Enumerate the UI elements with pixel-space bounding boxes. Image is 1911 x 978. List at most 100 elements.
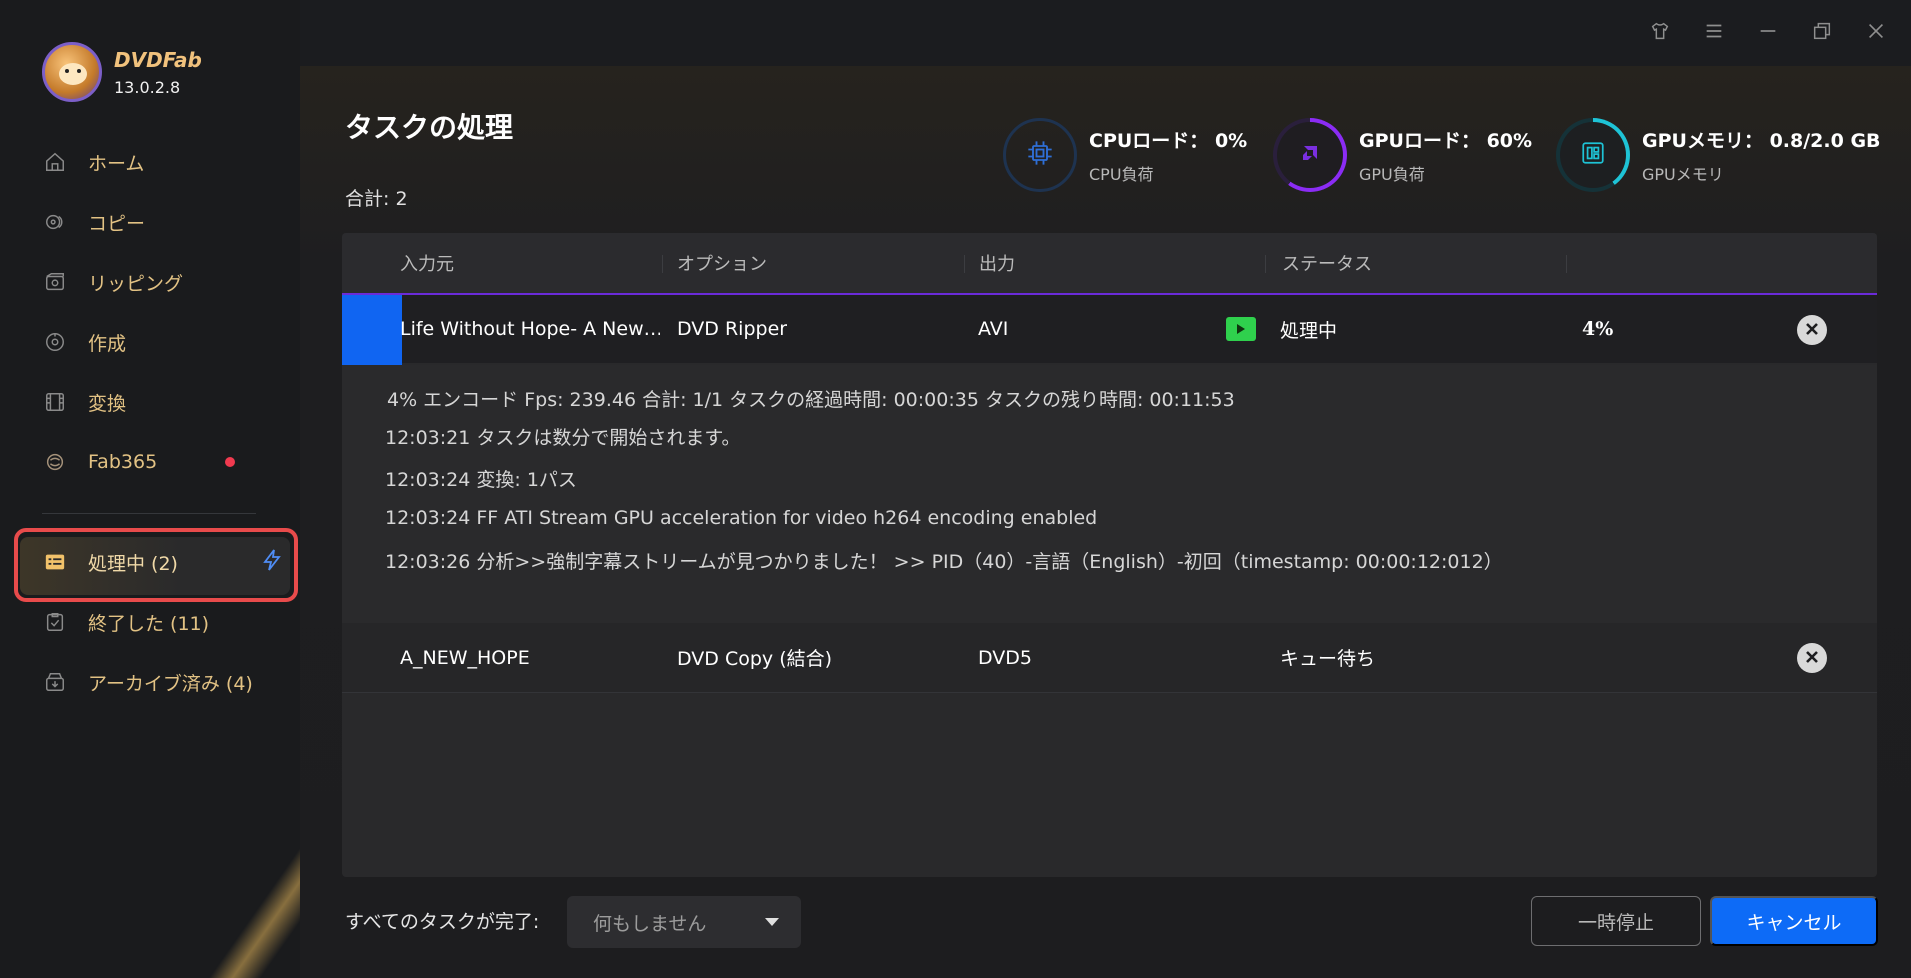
ripping-icon bbox=[44, 271, 66, 293]
minimize-icon bbox=[1757, 20, 1779, 46]
table-row[interactable]: Life Without Hope- A New… DVD Ripper AVI… bbox=[342, 293, 1877, 365]
gpu-memory-sub: GPUメモリ bbox=[1642, 164, 1724, 184]
column-output: 出力 bbox=[979, 254, 1015, 275]
gpu-memory-stat: GPUメモリ： 0.8/2.0 GB GPUメモリ bbox=[1556, 118, 1881, 192]
sidebar-item-label: リッピング bbox=[88, 272, 184, 295]
sidebar: DVDFab 13.0.2.8 ホーム コピー リッピング 作成 変換 Fab3… bbox=[0, 0, 300, 978]
task-nav: 処理中 (2) 終了した (11) アーカイブ済み (4) bbox=[0, 532, 300, 712]
brand: DVDFab 13.0.2.8 bbox=[42, 42, 202, 102]
cpu-value: 0% bbox=[1214, 129, 1248, 152]
menu-button[interactable] bbox=[1687, 14, 1741, 52]
skin-button[interactable] bbox=[1633, 14, 1687, 52]
progress-summary: 4% エンコード Fps: 239.46 合計: 1/1 タスクの経過時間: 0… bbox=[387, 389, 1235, 411]
sidebar-item-label: Fab365 bbox=[88, 451, 158, 473]
gpu-sub: GPU負荷 bbox=[1359, 164, 1425, 184]
after-all-tasks-select[interactable]: 何もしません bbox=[567, 896, 801, 948]
sidebar-divider bbox=[42, 513, 256, 514]
title-bar bbox=[300, 0, 1911, 66]
sidebar-item-fab365[interactable]: Fab365 bbox=[0, 432, 300, 492]
column-divider bbox=[662, 255, 663, 273]
memory-chip-icon bbox=[1580, 140, 1606, 170]
playing-icon bbox=[1226, 317, 1256, 341]
log-line: 12:03:24 変換: 1パス bbox=[385, 469, 577, 491]
row-option: DVD Ripper bbox=[677, 318, 788, 340]
chevron-down-icon bbox=[765, 918, 779, 926]
notification-dot bbox=[225, 457, 235, 467]
cancel-button[interactable]: キャンセル bbox=[1710, 896, 1878, 946]
gpu-value: 60% bbox=[1486, 129, 1533, 152]
finished-icon bbox=[44, 611, 66, 633]
select-value: 何もしません bbox=[593, 912, 707, 935]
window-controls bbox=[1633, 14, 1903, 52]
column-option: オプション bbox=[677, 254, 767, 275]
sidebar-item-copy[interactable]: コピー bbox=[0, 192, 300, 252]
app-name: DVDFab bbox=[114, 47, 202, 72]
shirt-icon bbox=[1649, 20, 1671, 46]
column-status: ステータス bbox=[1282, 254, 1372, 275]
row-progress: 4% bbox=[1582, 318, 1614, 340]
sidebar-item-label: 変換 bbox=[88, 392, 127, 415]
cpu-label: CPUロード： bbox=[1089, 129, 1209, 152]
log-line: 12:03:21 タスクは数分で開始されます。 bbox=[385, 427, 741, 449]
row-source: A_NEW_HOPE bbox=[400, 646, 530, 669]
sidebar-item-ripping[interactable]: リッピング bbox=[0, 252, 300, 312]
convert-icon bbox=[44, 391, 66, 413]
table-row[interactable]: A_NEW_HOPE DVD Copy (結合) DVD5 キュー待ち bbox=[342, 623, 1877, 693]
sidebar-item-archived[interactable]: アーカイブ済み (4) bbox=[0, 652, 300, 712]
remove-task-button[interactable] bbox=[1797, 315, 1827, 345]
column-divider bbox=[1265, 255, 1266, 273]
main-nav: ホーム コピー リッピング 作成 変換 Fab365 bbox=[0, 132, 300, 492]
table-header: 入力元 オプション 出力 ステータス bbox=[342, 233, 1877, 293]
menu-icon bbox=[1703, 20, 1725, 46]
app-version: 13.0.2.8 bbox=[114, 77, 181, 97]
gpu-memory-label: GPUメモリ： bbox=[1642, 129, 1763, 152]
task-total: 合計: 2 bbox=[345, 188, 408, 210]
sidebar-item-label: 終了した (11) bbox=[88, 612, 210, 635]
close-icon bbox=[1865, 20, 1887, 46]
row-status: 処理中 bbox=[1280, 319, 1338, 342]
archive-icon bbox=[44, 671, 66, 693]
sidebar-item-label: 処理中 (2) bbox=[88, 552, 178, 575]
close-icon bbox=[1805, 649, 1819, 668]
close-icon bbox=[1805, 321, 1819, 340]
column-divider bbox=[964, 255, 965, 273]
sidebar-item-convert[interactable]: 変換 bbox=[0, 372, 300, 432]
close-window-button[interactable] bbox=[1849, 14, 1903, 52]
sidebar-item-finished[interactable]: 終了した (11) bbox=[0, 592, 300, 652]
task-list-icon bbox=[44, 551, 66, 573]
gpu-memory-value: 0.8/2.0 GB bbox=[1769, 129, 1881, 152]
task-table: 入力元 オプション 出力 ステータス Life Without Hope- A … bbox=[342, 233, 1877, 877]
row-status: キュー待ち bbox=[1280, 648, 1376, 670]
pause-button[interactable]: 一時停止 bbox=[1531, 896, 1701, 946]
gpu-memory-ring bbox=[1556, 118, 1630, 192]
remove-task-button[interactable] bbox=[1797, 643, 1827, 673]
page-title: タスクの処理 bbox=[345, 111, 514, 144]
fab365-icon bbox=[44, 451, 66, 473]
sidebar-item-processing[interactable]: 処理中 (2) bbox=[0, 532, 300, 592]
restore-icon bbox=[1811, 20, 1833, 46]
row-progress-indicator bbox=[342, 295, 402, 365]
log-line: 12:03:26 分析>>強制字幕ストリームが見つかりました！ >> PID（4… bbox=[385, 551, 1503, 573]
column-divider bbox=[1566, 255, 1567, 273]
app-logo bbox=[42, 42, 102, 102]
cpu-ring bbox=[1003, 118, 1077, 192]
sidebar-item-label: アーカイブ済み (4) bbox=[88, 672, 253, 695]
gpu-label: GPUロード： bbox=[1359, 129, 1480, 152]
row-option: DVD Copy (結合) bbox=[677, 648, 833, 670]
sidebar-item-create[interactable]: 作成 bbox=[0, 312, 300, 372]
row-source: Life Without Hope- A New… bbox=[400, 318, 660, 340]
home-icon bbox=[44, 151, 66, 173]
create-icon bbox=[44, 331, 66, 353]
sidebar-item-label: コピー bbox=[88, 212, 146, 235]
sidebar-item-label: 作成 bbox=[88, 332, 127, 355]
sidebar-item-label: ホーム bbox=[88, 152, 145, 175]
copy-icon bbox=[44, 211, 66, 233]
column-source: 入力元 bbox=[400, 254, 454, 275]
task-detail-panel: 4% エンコード Fps: 239.46 合計: 1/1 タスクの経過時間: 0… bbox=[342, 365, 1877, 625]
cpu-chip-icon bbox=[1026, 139, 1054, 171]
gpu-stat: GPUロード： 60% GPU負荷 bbox=[1273, 118, 1532, 192]
restore-button[interactable] bbox=[1795, 14, 1849, 52]
cpu-sub: CPU負荷 bbox=[1089, 164, 1154, 184]
minimize-button[interactable] bbox=[1741, 14, 1795, 52]
sidebar-item-home[interactable]: ホーム bbox=[0, 132, 300, 192]
